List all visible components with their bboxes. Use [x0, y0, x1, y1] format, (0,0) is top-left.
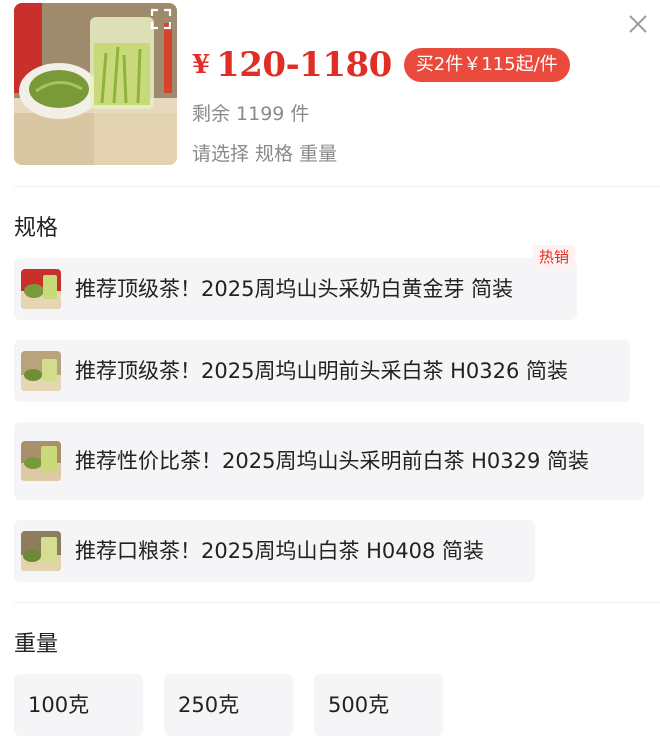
spec-option-3[interactable]: 推荐性价比茶！2025周坞山头采明前白茶 H0329 简装: [14, 422, 644, 500]
close-icon[interactable]: [628, 14, 648, 34]
hot-sale-badge: 热销: [533, 245, 576, 269]
product-header: ¥ 120-1180 买2件￥115起/件 剩余 1199 件 请选择 规格 重…: [14, 3, 654, 173]
product-thumbnail[interactable]: [14, 3, 177, 165]
weight-section-title: 重量: [14, 632, 59, 657]
spec-option-thumbnail: [21, 441, 61, 481]
price-range: 120-1180: [216, 45, 392, 85]
weight-option-500g[interactable]: 500克: [314, 674, 443, 736]
spec-option-thumbnail: [21, 269, 61, 309]
currency-symbol: ¥: [192, 50, 211, 80]
spec-option-4[interactable]: 推荐口粮茶！2025周坞山白茶 H0408 简装: [14, 520, 535, 582]
spec-option-label: 推荐顶级茶！2025周坞山明前头采白茶 H0326 简装: [75, 359, 569, 383]
spec-option-label: 推荐性价比茶！2025周坞山头采明前白茶 H0329 简装: [75, 449, 590, 473]
spec-option-2[interactable]: 推荐顶级茶！2025周坞山明前头采白茶 H0326 简装: [14, 340, 630, 402]
spec-option-thumbnail: [21, 351, 61, 391]
divider: [14, 602, 660, 603]
selection-hint: 请选择 规格 重量: [192, 143, 338, 165]
stock-remaining: 剩余 1199 件: [192, 103, 310, 125]
divider: [14, 186, 660, 187]
spec-option-1[interactable]: 推荐顶级茶！2025周坞山头采奶白黄金芽 简装: [14, 258, 577, 320]
expand-icon[interactable]: [149, 7, 173, 31]
spec-section-title: 规格: [14, 216, 59, 241]
spec-option-label: 推荐口粮茶！2025周坞山白茶 H0408 简装: [75, 539, 485, 563]
price-row: ¥ 120-1180 买2件￥115起/件: [192, 43, 570, 87]
weight-option-100g[interactable]: 100克: [14, 674, 143, 736]
spec-option-label: 推荐顶级茶！2025周坞山头采奶白黄金芽 简装: [75, 277, 514, 301]
spec-option-thumbnail: [21, 531, 61, 571]
multi-buy-promo-badge: 买2件￥115起/件: [403, 48, 570, 82]
weight-option-250g[interactable]: 250克: [164, 674, 293, 736]
